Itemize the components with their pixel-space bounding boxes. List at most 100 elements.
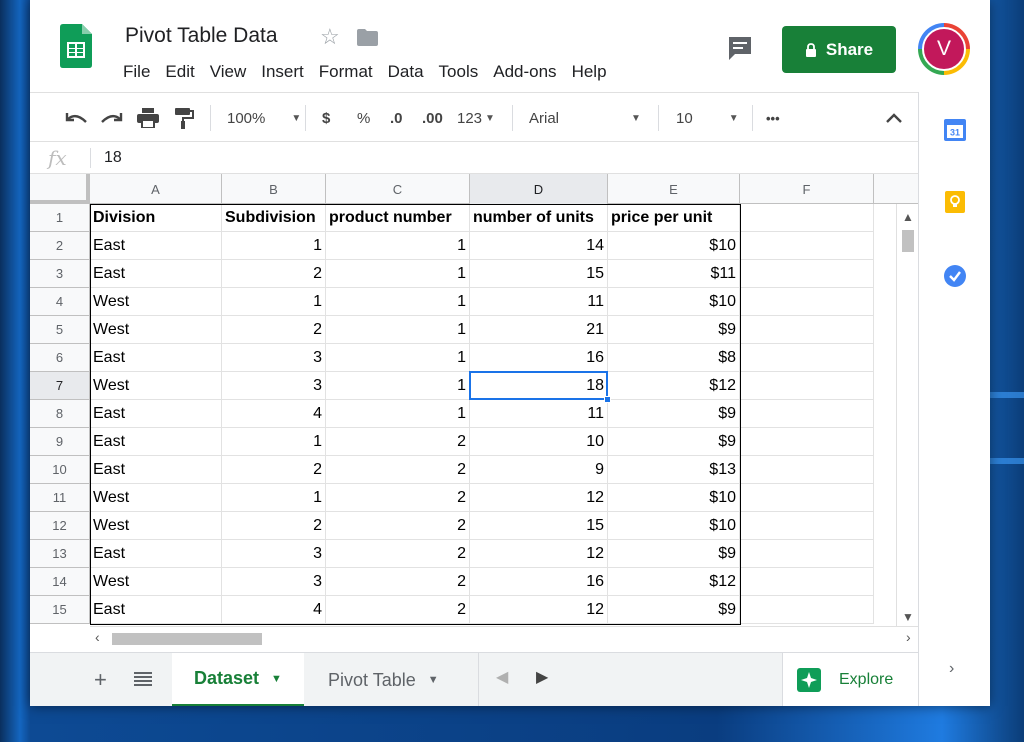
table-cell[interactable]: 1: [222, 484, 326, 512]
table-cell[interactable]: East: [90, 260, 222, 288]
keep-icon[interactable]: [943, 190, 967, 214]
table-cell[interactable]: 15: [470, 260, 608, 288]
table-cell[interactable]: 16: [470, 344, 608, 372]
table-cell[interactable]: 2: [326, 512, 470, 540]
table-cell[interactable]: [740, 428, 874, 456]
header-cell[interactable]: Subdivision: [222, 204, 326, 232]
calendar-icon[interactable]: 31: [943, 118, 967, 142]
horizontal-scroll-thumb[interactable]: [112, 633, 262, 645]
table-cell[interactable]: $10: [608, 288, 740, 316]
table-cell[interactable]: [740, 204, 874, 232]
select-all-corner[interactable]: [30, 174, 90, 204]
column-header-e[interactable]: E: [608, 174, 740, 204]
row-header[interactable]: 11: [30, 484, 90, 512]
increase-decimal-button[interactable]: .00: [422, 93, 443, 143]
table-cell[interactable]: 9: [470, 456, 608, 484]
sheet-tab-dataset[interactable]: Dataset ▼: [172, 653, 304, 706]
table-cell[interactable]: $10: [608, 484, 740, 512]
format-currency-button[interactable]: $: [322, 93, 330, 143]
row-header[interactable]: 9: [30, 428, 90, 456]
menu-format[interactable]: Format: [319, 62, 373, 82]
row-header[interactable]: 13: [30, 540, 90, 568]
caret-down-icon[interactable]: ▼: [428, 674, 439, 686]
table-cell[interactable]: 11: [470, 288, 608, 316]
table-cell[interactable]: 12: [470, 484, 608, 512]
header-cell[interactable]: Division: [90, 204, 222, 232]
table-cell[interactable]: $9: [608, 540, 740, 568]
decrease-decimal-button[interactable]: .0: [390, 93, 403, 143]
table-cell[interactable]: $11: [608, 260, 740, 288]
expand-side-panel-icon[interactable]: ›: [949, 660, 954, 678]
table-cell[interactable]: $12: [608, 568, 740, 596]
table-cell[interactable]: East: [90, 232, 222, 260]
vertical-scrollbar[interactable]: ▲ ▼: [896, 204, 918, 626]
table-cell[interactable]: [740, 400, 874, 428]
table-cell[interactable]: 1: [326, 400, 470, 428]
table-cell[interactable]: West: [90, 568, 222, 596]
table-cell[interactable]: 2: [326, 456, 470, 484]
scroll-tabs-left-icon[interactable]: ◀: [496, 667, 508, 687]
sheets-logo-icon[interactable]: [60, 24, 92, 68]
comment-icon[interactable]: [727, 35, 753, 61]
spreadsheet-grid[interactable]: ABCDEF 1 Division Subdivision product numbe…: [30, 174, 918, 652]
menu-data[interactable]: Data: [388, 62, 424, 82]
table-cell[interactable]: $13: [608, 456, 740, 484]
table-cell[interactable]: West: [90, 316, 222, 344]
column-header-c[interactable]: C: [326, 174, 470, 204]
table-cell[interactable]: 11: [470, 400, 608, 428]
paint-format-icon[interactable]: [174, 93, 194, 143]
table-cell[interactable]: $9: [608, 316, 740, 344]
table-cell[interactable]: [740, 596, 874, 624]
menu-help[interactable]: Help: [572, 62, 607, 82]
formula-input[interactable]: 18: [104, 149, 122, 167]
menu-tools[interactable]: Tools: [439, 62, 479, 82]
table-cell[interactable]: East: [90, 456, 222, 484]
table-cell[interactable]: [740, 344, 874, 372]
folder-icon[interactable]: [357, 29, 378, 46]
row-header[interactable]: 6: [30, 344, 90, 372]
table-cell[interactable]: 21: [470, 316, 608, 344]
table-cell[interactable]: East: [90, 400, 222, 428]
table-cell[interactable]: [740, 260, 874, 288]
table-cell[interactable]: 10: [470, 428, 608, 456]
all-sheets-icon[interactable]: [134, 671, 152, 687]
menu-add-ons[interactable]: Add-ons: [493, 62, 556, 82]
menu-file[interactable]: File: [123, 62, 150, 82]
column-header-d[interactable]: D: [470, 174, 608, 204]
table-cell[interactable]: 3: [222, 540, 326, 568]
row-header[interactable]: 10: [30, 456, 90, 484]
table-cell[interactable]: [740, 288, 874, 316]
collapse-toolbar-icon[interactable]: [886, 93, 902, 143]
table-cell[interactable]: 1: [222, 288, 326, 316]
fill-handle[interactable]: [604, 396, 611, 403]
share-button[interactable]: Share: [782, 26, 896, 73]
row-header[interactable]: 2: [30, 232, 90, 260]
table-cell[interactable]: 1: [326, 372, 470, 400]
sheet-tab-pivot-table[interactable]: Pivot Table ▼: [306, 653, 476, 706]
scroll-right-icon[interactable]: ›: [906, 629, 911, 645]
zoom-select[interactable]: 100% ▼: [227, 93, 301, 143]
header-cell[interactable]: product number: [326, 204, 470, 232]
table-cell[interactable]: [740, 316, 874, 344]
table-cell[interactable]: 2: [326, 596, 470, 624]
table-cell[interactable]: [740, 540, 874, 568]
table-cell[interactable]: 15: [470, 512, 608, 540]
column-header-b[interactable]: B: [222, 174, 326, 204]
row-header[interactable]: 5: [30, 316, 90, 344]
table-cell[interactable]: 16: [470, 568, 608, 596]
document-title[interactable]: Pivot Table Data: [125, 24, 278, 48]
row-header[interactable]: 15: [30, 596, 90, 624]
table-cell[interactable]: [740, 512, 874, 540]
font-family-select[interactable]: Arial ▼: [529, 93, 641, 143]
tasks-icon[interactable]: [943, 264, 967, 288]
redo-icon[interactable]: [100, 93, 124, 143]
table-cell[interactable]: 3: [222, 568, 326, 596]
table-cell[interactable]: East: [90, 596, 222, 624]
horizontal-scrollbar[interactable]: ‹ ›: [90, 626, 918, 650]
table-cell[interactable]: 4: [222, 400, 326, 428]
table-cell[interactable]: 2: [326, 484, 470, 512]
scroll-down-icon[interactable]: ▼: [902, 610, 914, 624]
table-cell[interactable]: 2: [222, 512, 326, 540]
table-cell[interactable]: 1: [326, 260, 470, 288]
vertical-scroll-thumb[interactable]: [902, 230, 914, 252]
